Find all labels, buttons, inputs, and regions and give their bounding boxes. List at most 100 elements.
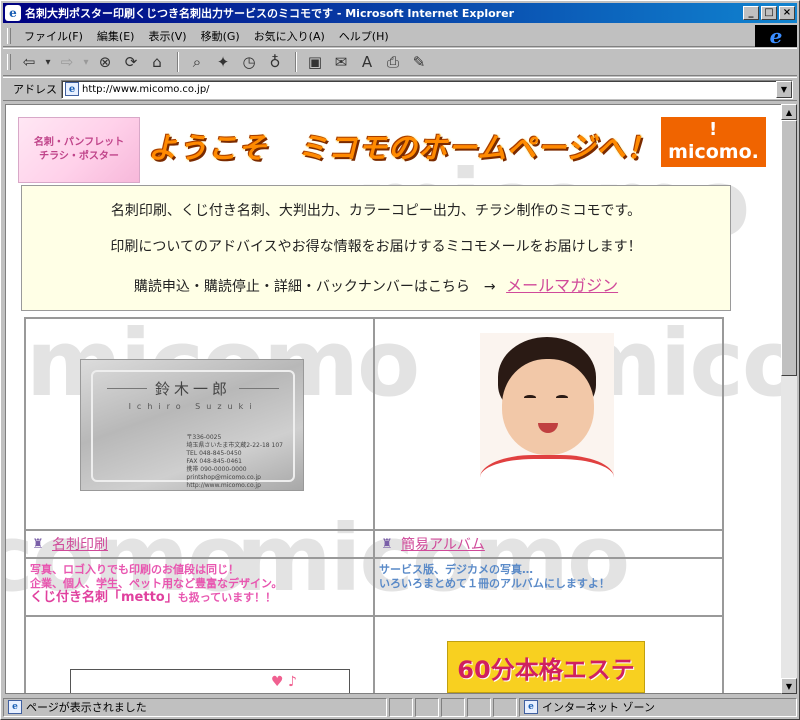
scroll-up-icon[interactable]: ▲: [781, 104, 797, 120]
globe-icon: e: [524, 700, 538, 714]
description-line: いろいろまとめて１冊のアルバムにしますよ！: [379, 577, 610, 590]
business-card-cell: 鈴木一郎 Ichiro Suzuki 〒336-0025 埼玉県さいたま市文蔵2…: [25, 318, 374, 530]
status-pane: [389, 697, 413, 717]
zone-pane: e インターネット ゾーン: [519, 697, 797, 717]
page-content: 名刺・パンフレット チラシ・ポスター ようこそ ミコモのホームページへ！ ! m…: [18, 117, 770, 693]
business-card-link[interactable]: 名刺印刷: [52, 534, 108, 554]
esthetic-banner[interactable]: 60分本格エステ: [447, 641, 645, 693]
channels-icon[interactable]: ♁: [263, 50, 287, 74]
maximize-button[interactable]: □: [761, 6, 777, 20]
status-bar: e ページが表示されました e インターネット ゾーン: [3, 696, 797, 718]
stop-icon[interactable]: ⊗: [93, 50, 117, 74]
ie-page-icon: e: [5, 5, 21, 21]
menu-view[interactable]: 表示(V): [141, 26, 193, 46]
title-bar: e 名刺大判ポスター印刷くじつき名刺出力サービスのミコモです - Microso…: [3, 3, 797, 23]
badge-line: チラシ・ポスター: [39, 151, 119, 162]
toolbar-separator: [295, 52, 297, 72]
intro-line: 印刷についてのアドバイスやお得な情報をお届けするミコモメールをお届けします！: [110, 239, 642, 255]
product-image[interactable]: ♥ ♪: [70, 669, 350, 693]
description-line: サービス版、デジカメの写真…: [379, 563, 533, 576]
logo-text: micomo.: [668, 141, 759, 163]
menu-edit[interactable]: 編集(E): [90, 26, 142, 46]
menu-bar: ファイル(F) 編集(E) 表示(V) 移動(G) お気に入り(A) ヘルプ(H…: [3, 24, 797, 48]
page-icon: e: [8, 700, 22, 714]
favorites-icon[interactable]: ✦: [211, 50, 235, 74]
forward-dropdown-icon[interactable]: ▾: [81, 50, 91, 74]
vertical-scrollbar[interactable]: ▲ ▼: [781, 104, 797, 694]
service-badge[interactable]: 名刺・パンフレット チラシ・ポスター: [18, 117, 140, 183]
forward-icon[interactable]: ⇨: [55, 50, 79, 74]
print-icon[interactable]: ⎙: [381, 50, 405, 74]
intro-line: 購読申込・購読停止・詳細・バックナンバーはこちら →: [133, 279, 496, 295]
toolbar: ⇦ ▾ ⇨ ▾ ⊗ ⟳ ⌂ ⌕ ✦ ◷ ♁ ▣ ✉ A ⎙ ✎: [3, 48, 797, 76]
album-description: サービス版、デジカメの写真… いろいろまとめて１冊のアルバムにしますよ！: [374, 558, 723, 616]
description-line: くじ付き名刺「metto」も扱っています！！: [30, 591, 369, 605]
micomo-logo[interactable]: ! micomo.: [661, 117, 766, 167]
badge-line: 名刺・パンフレット: [33, 137, 125, 148]
home-icon[interactable]: ⌂: [145, 50, 169, 74]
status-pane: [467, 697, 491, 717]
mail-magazine-link[interactable]: メールマガジン: [506, 276, 618, 295]
search-icon[interactable]: ⌕: [185, 50, 209, 74]
scroll-down-icon[interactable]: ▼: [781, 678, 797, 694]
welcome-heading: ようこそ ミコモのホームページへ！: [148, 131, 657, 165]
business-card-image[interactable]: 鈴木一郎 Ichiro Suzuki 〒336-0025 埼玉県さいたま市文蔵2…: [80, 359, 304, 491]
card-romaji: Ichiro Suzuki: [128, 402, 258, 411]
mail-icon[interactable]: ✉: [329, 50, 353, 74]
card-name: 鈴木一郎: [154, 380, 231, 398]
intro-box: 名刺印刷、くじ付き名刺、大判出力、カラーコピー出力、チラシ制作のミコモです。 印…: [21, 185, 731, 311]
album-link[interactable]: 簡易アルバム: [401, 534, 485, 554]
page-icon: e: [65, 82, 79, 96]
address-bar: アドレス e http://www.micomo.co.jp/ ▼: [3, 77, 797, 101]
close-button[interactable]: ×: [779, 6, 795, 20]
status-pane: [441, 697, 465, 717]
service-grid: 鈴木一郎 Ichiro Suzuki 〒336-0025 埼玉県さいたま市文蔵2…: [24, 317, 724, 693]
address-dropdown-icon[interactable]: ▼: [776, 80, 792, 98]
status-pane: [415, 697, 439, 717]
fullscreen-icon[interactable]: ▣: [303, 50, 327, 74]
menu-go[interactable]: 移動(G): [194, 26, 247, 46]
menu-help[interactable]: ヘルプ(H): [332, 26, 396, 46]
scroll-thumb[interactable]: [781, 120, 797, 376]
metto-link[interactable]: くじ付き名刺「metto」: [30, 590, 178, 605]
address-input[interactable]: e http://www.micomo.co.jp/ ▼: [61, 79, 793, 99]
window-title: 名刺大判ポスター印刷くじつき名刺出力サービスのミコモです - Microsoft…: [25, 7, 514, 20]
address-label: アドレス: [13, 83, 57, 96]
album-cell: [374, 318, 723, 530]
description-line: 企業、個人、学生、ペット用など豊富なデザイン。: [30, 577, 283, 590]
history-icon[interactable]: ◷: [237, 50, 261, 74]
menu-file[interactable]: ファイル(F): [17, 26, 90, 46]
intro-line: 名刺印刷、くじ付き名刺、大判出力、カラーコピー出力、チラシ制作のミコモです。: [110, 203, 642, 219]
status-pane: [493, 697, 517, 717]
stamp-icon: ♜: [381, 536, 393, 552]
zone-text: インターネット ゾーン: [542, 701, 655, 714]
business-card-description: 写真、ロゴ入りでも印刷のお値段は同じ！ 企業、個人、学生、ペット用など豊富なデザ…: [25, 558, 374, 616]
bottom-right-cell: 60分本格エステ: [374, 616, 723, 693]
toolbar-separator: [177, 52, 179, 72]
minimize-button[interactable]: _: [743, 6, 759, 20]
page-header: 名刺・パンフレット チラシ・ポスター ようこそ ミコモのホームページへ！ ! m…: [18, 117, 770, 185]
toolbar-grip: [7, 54, 11, 70]
font-icon[interactable]: A: [355, 50, 379, 74]
back-icon[interactable]: ⇦: [17, 50, 41, 74]
menu-grip: [7, 27, 11, 44]
logo-mark: !: [709, 119, 718, 140]
status-text: ページが表示されました: [26, 701, 147, 714]
menu-favorites[interactable]: お気に入り(A): [247, 26, 332, 46]
album-label-cell: ♜ 簡易アルバム: [374, 530, 723, 558]
back-dropdown-icon[interactable]: ▾: [43, 50, 53, 74]
stamp-icon: ♜: [32, 536, 44, 552]
address-url[interactable]: http://www.micomo.co.jp/: [82, 84, 776, 95]
heart-icon: ♥ ♪: [271, 674, 297, 690]
bottom-left-cell: ♥ ♪: [25, 616, 374, 693]
status-text-pane: e ページが表示されました: [3, 697, 387, 717]
description-text: も扱っています！！: [177, 591, 277, 604]
business-card-label-cell: ♜ 名刺印刷: [25, 530, 374, 558]
intro-line-with-link: 購読申込・購読停止・詳細・バックナンバーはこちら → メールマガジン: [22, 272, 730, 296]
refresh-icon[interactable]: ⟳: [119, 50, 143, 74]
description-line: 写真、ロゴ入りでも印刷のお値段は同じ！: [30, 563, 239, 576]
edit-icon[interactable]: ✎: [407, 50, 431, 74]
page-viewport: micomo micomo micomo micomo micomo 名刺・パン…: [5, 104, 781, 694]
baby-photo[interactable]: [480, 333, 614, 511]
ie-logo-icon: e: [755, 24, 797, 48]
